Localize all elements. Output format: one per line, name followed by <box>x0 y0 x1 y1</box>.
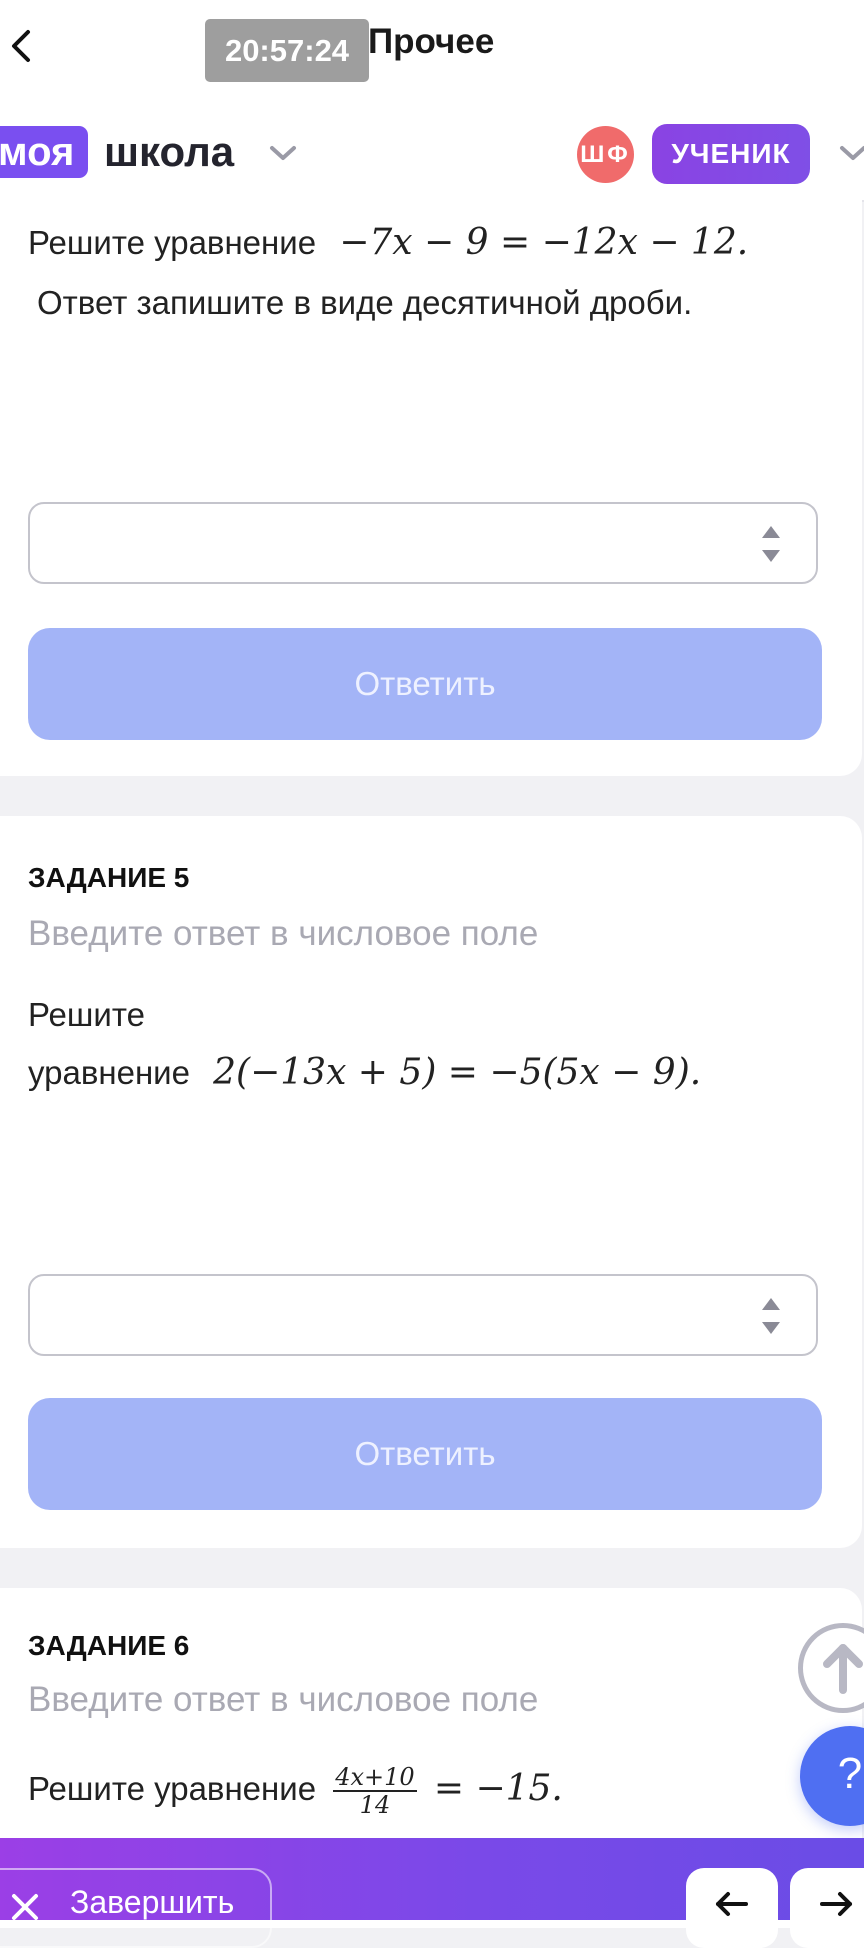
prev-button[interactable] <box>686 1868 778 1948</box>
time-badge: 20:57:24 <box>205 19 369 82</box>
next-button[interactable] <box>790 1868 864 1948</box>
question-prefix: Решите уравнение <box>28 1770 317 1808</box>
task-card-5: ЗАДАНИЕ 5 Введите ответ в числовое поле … <box>0 816 862 1548</box>
finish-button[interactable]: Завершить <box>0 1868 272 1948</box>
fraction-denominator: 14 <box>359 1791 391 1820</box>
bottom-bar: Завершить <box>0 1838 864 1948</box>
equation: 2(−13x + 5) = −5(5x − 9). <box>213 1052 702 1093</box>
equation: −7x − 9 = −12x − 12. <box>339 222 749 263</box>
answer-button[interactable]: Ответить <box>28 628 822 740</box>
answer-field[interactable] <box>30 1276 774 1354</box>
task-hint: Введите ответ в числовое поле <box>28 1680 539 1719</box>
answer-field[interactable] <box>30 504 774 582</box>
task-card-4: Решите уравнение −7x − 9 = −12x − 12. От… <box>0 200 862 776</box>
arrow-up-icon <box>823 1644 863 1694</box>
finish-label: Завершить <box>70 1884 235 1920</box>
question-text: уравнение 2(−13x + 5) = −5(5x − 9). <box>28 1052 701 1093</box>
question-prefix: Решите уравнение <box>28 224 317 261</box>
equation-rhs: = −15. <box>433 1768 563 1810</box>
question-text: Решите уравнение −7x − 9 = −12x − 12. <box>28 222 748 263</box>
chevron-down-icon[interactable] <box>268 142 298 164</box>
scroll-up-button[interactable] <box>798 1623 864 1713</box>
question-line2: уравнение <box>28 1054 190 1091</box>
fraction-numerator: 4x+10 <box>333 1763 417 1793</box>
task-title: ЗАДАНИЕ 5 <box>28 862 190 893</box>
answer-input[interactable] <box>28 1274 818 1356</box>
instruction-text: Ответ запишите в виде десятичной дроби. <box>37 284 693 321</box>
answer-button[interactable]: Ответить <box>28 1398 822 1510</box>
fraction: 4x+10 14 <box>333 1763 417 1820</box>
task-title: ЗАДАНИЕ 6 <box>28 1630 190 1661</box>
back-arrow-icon[interactable] <box>6 26 38 66</box>
top-title: Прочее <box>368 22 495 61</box>
role-button[interactable]: УЧЕНИК <box>652 124 810 184</box>
status-bar: 20:57:24 Прочее <box>0 0 864 96</box>
answer-input[interactable] <box>28 502 818 584</box>
question-text: Решите уравнение 4x+10 14 = −15. <box>28 1764 563 1819</box>
question-line1: Решите <box>28 996 145 1033</box>
logo-moya[interactable]: моя <box>0 126 89 178</box>
number-spinner-icon[interactable] <box>760 1296 782 1336</box>
app-header: моя школа ШФ УЧЕНИК <box>0 96 864 202</box>
close-icon <box>12 1894 38 1920</box>
task-hint: Введите ответ в числовое поле <box>28 914 539 953</box>
logo-shkola[interactable]: школа <box>104 126 234 178</box>
arrow-left-icon <box>716 1892 748 1916</box>
arrow-right-icon <box>820 1892 852 1916</box>
number-spinner-icon[interactable] <box>760 524 782 564</box>
chevron-down-icon[interactable] <box>838 142 864 164</box>
avatar[interactable]: ШФ <box>577 126 634 183</box>
